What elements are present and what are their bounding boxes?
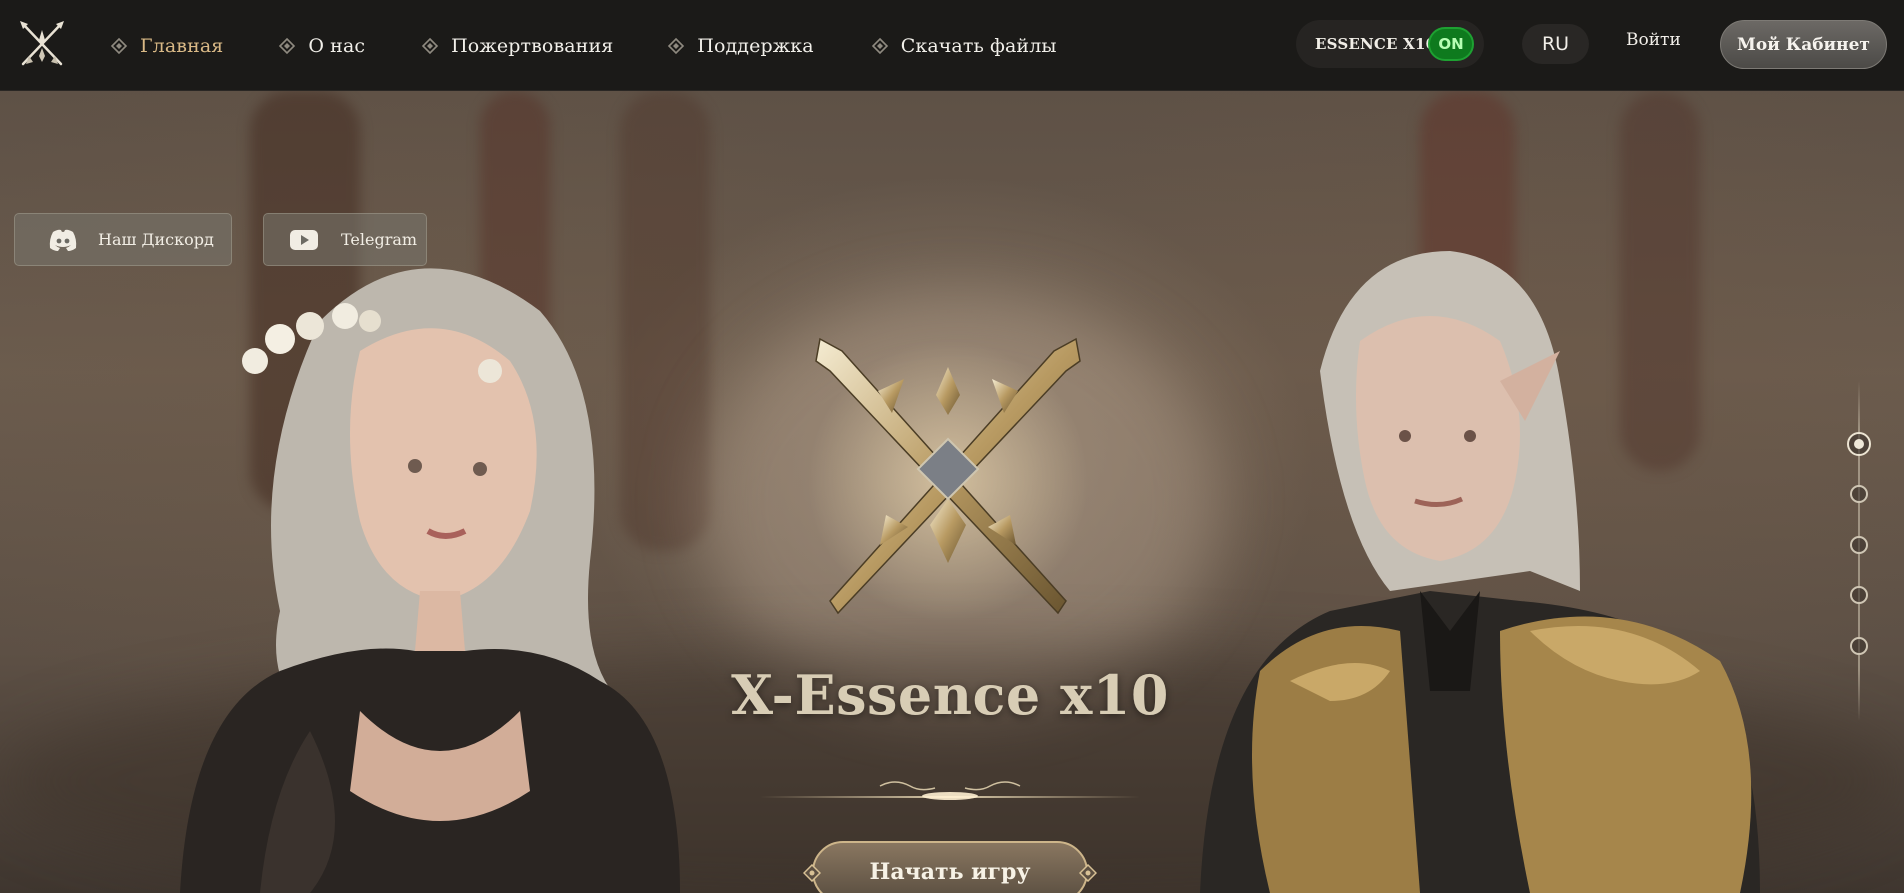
language-switch-button[interactable]: RU: [1522, 24, 1589, 64]
telegram-button[interactable]: Telegram: [263, 213, 427, 266]
logo-icon[interactable]: [17, 18, 67, 70]
nav-item-download[interactable]: Скачать файлы: [871, 35, 1057, 57]
discord-label: Наш Дискорд: [98, 230, 214, 249]
diamond-icon: [1079, 864, 1097, 882]
my-cabinet-button[interactable]: Мой Кабинет: [1720, 20, 1887, 69]
top-header: Главная О нас Пожертвования Поддержка Ск…: [0, 0, 1904, 91]
nav-item-about[interactable]: О нас: [278, 35, 365, 57]
divider-ornament: [760, 781, 1140, 800]
slide-dot-5[interactable]: [1850, 637, 1868, 655]
nav-item-label: Пожертвования: [451, 34, 614, 57]
slide-dot-3[interactable]: [1850, 536, 1868, 554]
slide-dot-1[interactable]: [1847, 432, 1871, 456]
start-game-label: Начать игру: [869, 859, 1031, 885]
server-status-pill[interactable]: ESSENCE X10 ON: [1296, 20, 1484, 68]
slide-dot-4[interactable]: [1850, 586, 1868, 604]
diamond-icon: [668, 37, 685, 54]
telegram-label: Telegram: [341, 230, 418, 249]
server-status-badge: ON: [1428, 27, 1474, 61]
discord-button[interactable]: Наш Дискорд: [14, 213, 232, 266]
discord-icon: [49, 229, 77, 251]
nav-item-label: Главная: [140, 34, 224, 57]
main-nav: Главная О нас Пожертвования Поддержка Ск…: [110, 0, 1113, 91]
diamond-icon: [871, 37, 888, 54]
diamond-icon: [421, 37, 439, 54]
nav-item-label: О нас: [308, 34, 366, 57]
youtube-play-icon: [290, 229, 318, 250]
hero-banner: Наш Дискорд Telegram X-Essence x10 Начат…: [0, 91, 1904, 893]
diamond-icon: [110, 37, 128, 54]
diamond-icon: [279, 37, 296, 54]
hero-title: X-Essence x10: [731, 663, 1169, 727]
start-game-button[interactable]: Начать игру: [803, 841, 1097, 893]
login-link[interactable]: Войти: [1626, 30, 1681, 50]
slide-pagination: [1845, 381, 1873, 721]
nav-item-home[interactable]: Главная: [110, 35, 223, 57]
elf-warrior-illustration: [1200, 251, 1760, 893]
nav-item-support[interactable]: Поддержка: [667, 34, 814, 57]
diamond-icon: [803, 864, 821, 882]
nav-item-donations[interactable]: Пожертвования: [421, 35, 613, 57]
nav-item-label: Скачать файлы: [900, 34, 1057, 57]
crossed-swords-emblem: [808, 337, 1088, 621]
slide-dot-2[interactable]: [1850, 485, 1868, 503]
server-name: ESSENCE X10: [1315, 35, 1437, 53]
elf-woman-illustration: [180, 268, 680, 893]
nav-item-label: Поддержка: [697, 34, 814, 57]
